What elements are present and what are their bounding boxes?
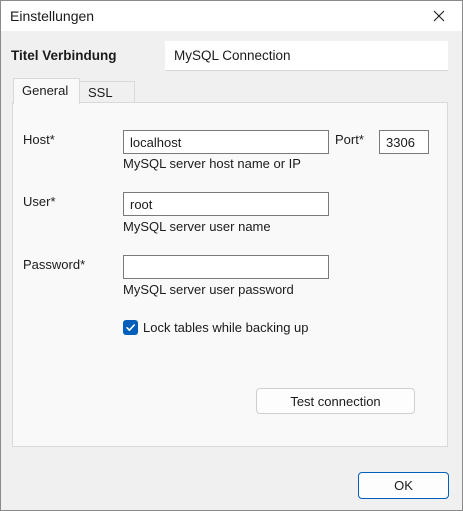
- lock-tables-option[interactable]: Lock tables while backing up: [123, 320, 309, 335]
- port-label: Port*: [335, 132, 364, 147]
- tab-general[interactable]: General: [13, 78, 80, 104]
- ok-button[interactable]: OK: [358, 472, 449, 499]
- connection-title-label: Titel Verbindung: [11, 48, 117, 63]
- test-connection-button[interactable]: Test connection: [256, 388, 415, 414]
- host-label: Host*: [23, 132, 55, 147]
- lock-tables-label: Lock tables while backing up: [143, 320, 309, 335]
- user-label: User*: [23, 194, 56, 209]
- user-input[interactable]: [123, 192, 329, 216]
- close-icon: [433, 10, 445, 22]
- host-hint: MySQL server host name or IP: [123, 156, 301, 171]
- tab-ssl[interactable]: SSL: [79, 81, 135, 103]
- window-title: Einstellungen: [10, 8, 95, 24]
- settings-dialog: Einstellungen Titel Verbindung General S…: [0, 0, 463, 511]
- host-input[interactable]: [123, 130, 329, 154]
- password-hint: MySQL server user password: [123, 282, 294, 297]
- lock-tables-checkbox[interactable]: [123, 320, 138, 335]
- checkmark-icon: [126, 324, 135, 331]
- password-label: Password*: [23, 257, 86, 272]
- connection-title-input[interactable]: [165, 41, 448, 71]
- user-hint: MySQL server user name: [123, 219, 271, 234]
- port-input[interactable]: [379, 130, 429, 154]
- password-input[interactable]: [123, 255, 329, 279]
- title-bar: Einstellungen: [1, 1, 462, 31]
- close-button[interactable]: [416, 1, 462, 31]
